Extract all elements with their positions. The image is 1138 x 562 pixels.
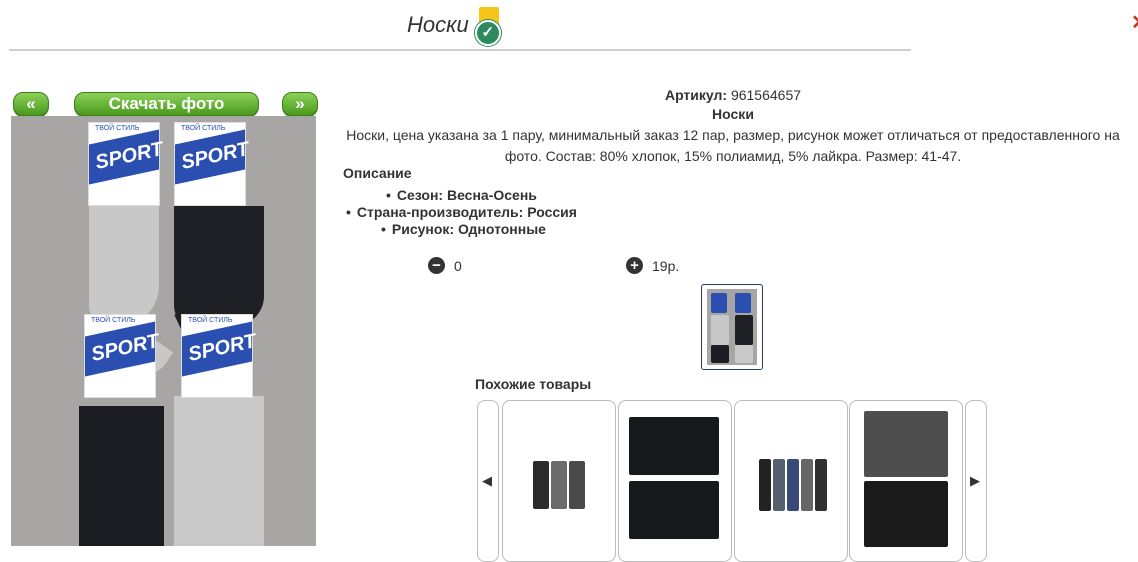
page-title: Носки xyxy=(407,12,469,37)
label-card: ТВОЙ СТИЛЬ SPORT xyxy=(174,122,251,206)
price-value: 19р. xyxy=(652,257,680,274)
prev-photo-button[interactable]: « xyxy=(13,92,49,116)
download-photo-button[interactable]: Скачать фото xyxy=(74,92,259,116)
add-to-cart-control: + 19р. xyxy=(626,257,679,274)
carousel-next-button[interactable]: ▶ xyxy=(965,400,987,562)
verified-icon: ✓ xyxy=(473,7,501,46)
similar-item[interactable] xyxy=(849,400,963,562)
quantity-value: 0 xyxy=(454,257,462,274)
feature-pattern: Рисунок: Однотонные xyxy=(381,221,546,237)
feature-country: Страна-производитель: Россия xyxy=(346,204,577,220)
close-icon[interactable]: ✕ xyxy=(1131,10,1138,35)
header-divider xyxy=(9,49,911,51)
photo-thumbnail[interactable] xyxy=(701,284,763,370)
article-value: 961564657 xyxy=(730,87,802,103)
feature-season: Сезон: Весна-Осень xyxy=(386,187,537,203)
product-photo[interactable]: ТВОЙ СТИЛЬ SPORT ТВОЙ СТИЛЬ SPORT ТВОЙ СТИ… xyxy=(11,116,316,546)
product-description: Носки, цена указана за 1 пару, минимальн… xyxy=(346,127,1120,164)
label-card: ТВОЙ СТИЛЬ SPORT xyxy=(84,314,161,398)
label-card: ТВОЙ СТИЛЬ SPORT xyxy=(181,314,258,398)
product-name: Носки xyxy=(712,106,754,122)
article-line: Артикул: 961564657 xyxy=(330,87,1136,103)
minus-icon[interactable]: − xyxy=(428,257,445,274)
page-header: Носки ✓ xyxy=(407,7,501,46)
similar-heading: Похожие товары xyxy=(475,376,592,392)
similar-item[interactable] xyxy=(734,400,848,562)
next-photo-button[interactable]: » xyxy=(282,92,318,116)
article-label: Артикул: xyxy=(664,87,728,103)
description-heading: Описание xyxy=(343,165,412,181)
label-card: ТВОЙ СТИЛЬ SPORT xyxy=(88,122,165,206)
carousel-prev-button[interactable]: ◀ xyxy=(477,400,499,562)
similar-item[interactable] xyxy=(502,400,616,562)
arrow-right-icon: ▶ xyxy=(970,473,980,488)
similar-item[interactable] xyxy=(618,400,732,562)
arrow-left-icon: ◀ xyxy=(482,473,492,488)
quantity-control: − 0 xyxy=(428,257,462,274)
plus-icon[interactable]: + xyxy=(626,257,643,274)
